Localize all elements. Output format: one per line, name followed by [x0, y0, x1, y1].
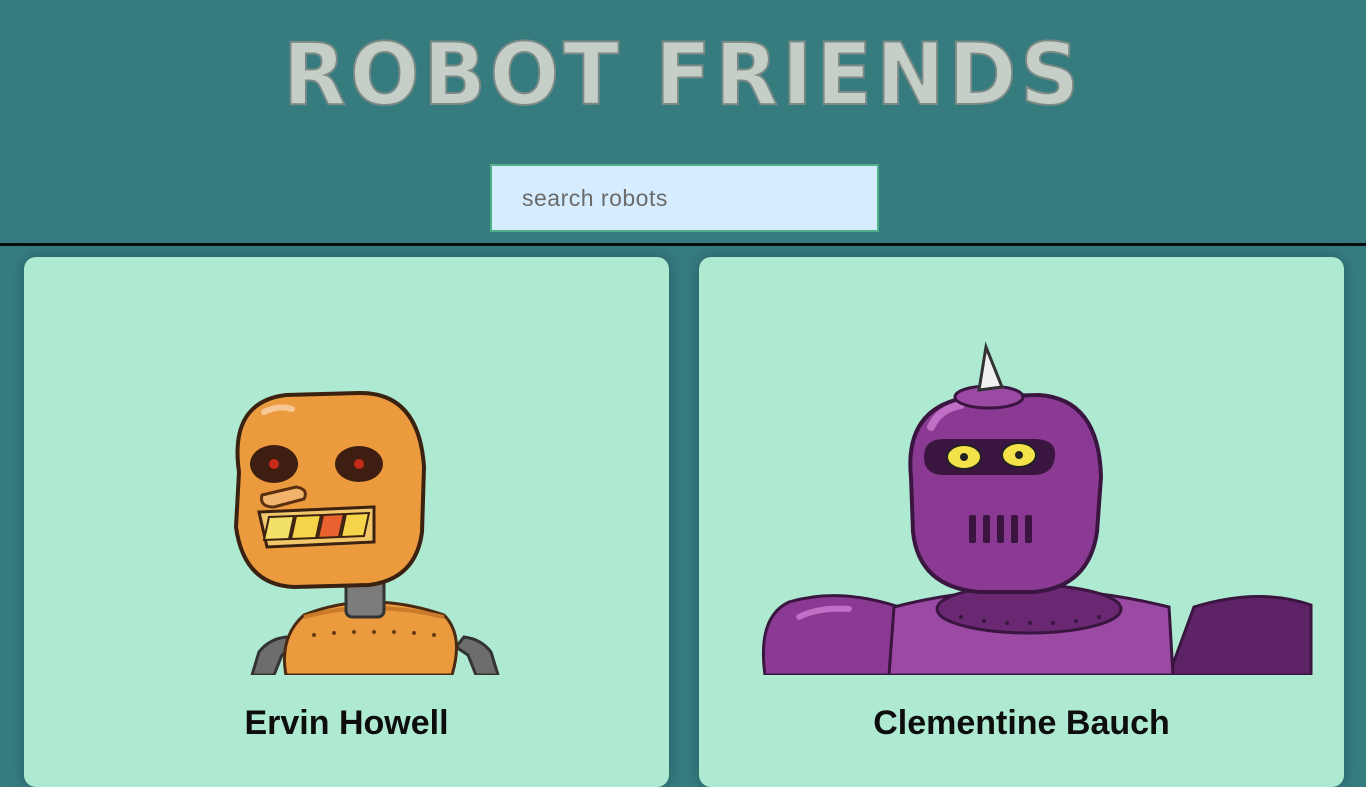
- app-title: ROBOT FRIENDS: [282, 24, 1083, 126]
- robot-card[interactable]: Clementine Bauch: [699, 257, 1344, 787]
- robot-card[interactable]: Ervin Howell: [24, 257, 669, 787]
- app-title-text: ROBOT FRIENDS: [283, 25, 1083, 125]
- search-box: [490, 164, 879, 232]
- purple-robot-icon: [761, 341, 1313, 675]
- robot-name: Ervin Howell: [244, 704, 449, 742]
- app-header: ROBOT FRIENDS: [0, 0, 1366, 246]
- orange-robot-icon: [233, 390, 500, 675]
- robot-name: Clementine Bauch: [873, 704, 1170, 742]
- search-input[interactable]: [490, 164, 879, 232]
- card-list: Ervin Howell Clementine Bauch: [0, 257, 1366, 787]
